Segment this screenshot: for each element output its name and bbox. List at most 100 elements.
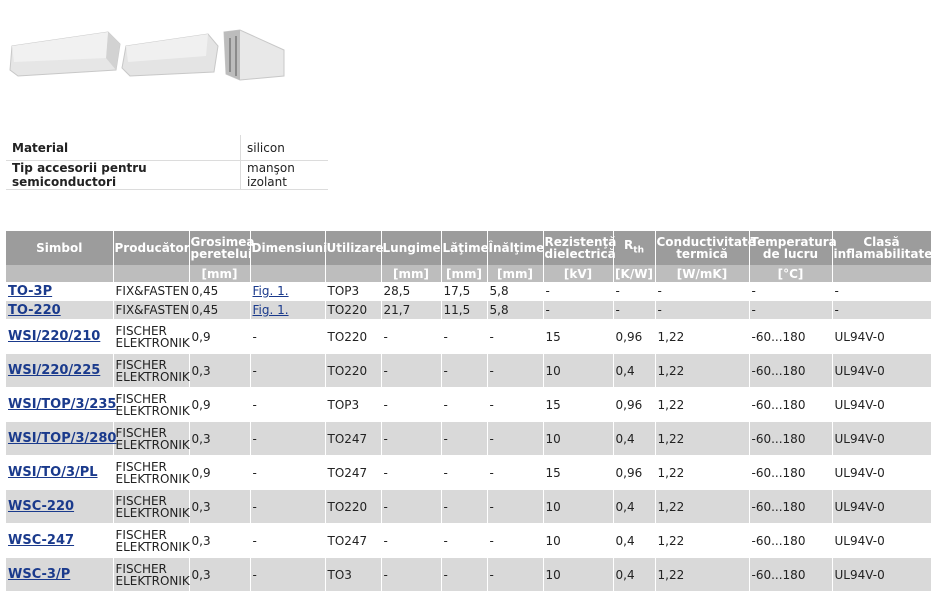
cell-5: - xyxy=(381,387,442,422)
header-inaltime[interactable]: Înălţime xyxy=(487,231,544,265)
product-images xyxy=(9,29,285,81)
cell-9: 0,4 xyxy=(613,557,656,592)
cell-8: 15 xyxy=(543,455,614,490)
header-latime[interactable]: Lăţime xyxy=(441,231,489,265)
unit-cell xyxy=(832,265,932,282)
cell-12: UL94V-0 xyxy=(832,421,932,456)
attribute-value: manşon izolant xyxy=(240,160,328,190)
cell-11: -60...180 xyxy=(749,353,833,388)
cell-6: - xyxy=(441,319,488,354)
cell-7: - xyxy=(487,523,544,558)
cell-9: 0,4 xyxy=(613,489,656,524)
cell-1: FISCHER ELEKTRONIK xyxy=(113,421,190,456)
table-row: WSI/TOP/3/280 FISCHER ELEKTRONIK 0,3- TO247… xyxy=(6,421,932,456)
cell-8: - xyxy=(543,300,614,320)
table-row: TO-220 FIX&FASTEN 0,45 Fig. 1. TO220 21,7 11,5… xyxy=(6,300,932,320)
cell-12: UL94V-0 xyxy=(832,489,932,524)
cell-3: - xyxy=(250,455,326,490)
cell-10: 1,22 xyxy=(655,455,750,490)
cell-5: - xyxy=(381,523,442,558)
cell-2: 0,3 xyxy=(189,523,251,558)
symbol-cell: WSI/TOP/3/235 xyxy=(6,387,116,422)
unit-cell xyxy=(250,265,326,282)
header-rezistenta[interactable]: Rezistenţă dielectrică xyxy=(543,231,616,265)
cell-1: FISCHER ELEKTRONIK xyxy=(113,523,190,558)
product-link[interactable]: TO-220 xyxy=(8,303,61,318)
header-producator[interactable]: Producător xyxy=(113,231,190,265)
cell-8: 10 xyxy=(543,421,614,456)
cell-10: 1,22 xyxy=(655,319,750,354)
product-link[interactable]: WSI/220/210 xyxy=(8,329,100,344)
header-utilizare[interactable]: Utilizare xyxy=(325,231,383,265)
cell-7: - xyxy=(487,421,544,456)
unit-cell: [°C] xyxy=(749,265,833,282)
attribute-row-type: Tip accesorii pentru semiconductori manş… xyxy=(6,160,328,190)
product-link[interactable]: WSI/TO/3/PL xyxy=(8,465,98,480)
cell-1: FIX&FASTEN xyxy=(113,300,190,320)
cell-11: - xyxy=(749,300,833,320)
cell-11: -60...180 xyxy=(749,455,833,490)
symbol-cell: TO-220 xyxy=(6,300,114,320)
header-temperatura[interactable]: Temperatura de lucru xyxy=(749,231,837,265)
cell-6: 17,5 xyxy=(441,282,488,301)
attributes-table: Material silicon Tip accesorii pentru se… xyxy=(6,135,328,190)
cell-2: 0,45 xyxy=(189,300,251,320)
cell-4: TO247 xyxy=(325,421,382,456)
symbol-cell: WSC-220 xyxy=(6,489,114,524)
cell-3: - xyxy=(250,353,326,388)
header-dimensiuni[interactable]: Dimensiuni xyxy=(250,231,327,265)
cell-1: FISCHER ELEKTRONIK xyxy=(113,387,190,422)
cell-5: - xyxy=(381,557,442,592)
header-simbol[interactable]: Simbol xyxy=(6,231,114,265)
sleeve-image-1 xyxy=(9,31,121,77)
product-link[interactable]: WSC-247 xyxy=(8,533,74,548)
header-rth[interactable]: Rth xyxy=(613,231,656,265)
product-link[interactable]: WSC-3/P xyxy=(8,567,70,582)
cell-9: - xyxy=(613,300,656,320)
cell-9: 0,96 xyxy=(613,387,656,422)
cell-10: - xyxy=(655,282,750,301)
cell-7: - xyxy=(487,387,544,422)
table-row: WSC-3/P FISCHER ELEKTRONIK 0,3- TO3- - -10 0,4… xyxy=(6,557,932,592)
header-grosimea[interactable]: Grosimea peretelui xyxy=(189,231,255,265)
cell-5: - xyxy=(381,455,442,490)
cell-4: TOP3 xyxy=(325,387,382,422)
cell-12: UL94V-0 xyxy=(832,455,932,490)
cell-10: 1,22 xyxy=(655,421,750,456)
unit-cell xyxy=(325,265,382,282)
dimension-cell: Fig. 1. xyxy=(250,300,326,320)
product-link[interactable]: WSI/TOP/3/280 xyxy=(8,431,116,446)
header-lungime[interactable]: Lungime xyxy=(381,231,442,265)
product-link[interactable]: TO-3P xyxy=(8,284,52,299)
cell-4: TO3 xyxy=(325,557,382,592)
symbol-cell: WSC-247 xyxy=(6,523,114,558)
cell-4: TO220 xyxy=(325,300,382,320)
product-link[interactable]: WSI/220/225 xyxy=(8,363,100,378)
cell-7: - xyxy=(487,455,544,490)
header-conductivitate[interactable]: Conductivitate termică xyxy=(655,231,756,265)
cell-6: - xyxy=(441,387,488,422)
unit-cell xyxy=(6,265,114,282)
symbol-cell: WSC-3/P xyxy=(6,557,114,592)
unit-cell: [mm] xyxy=(441,265,488,282)
symbol-cell: WSI/TO/3/PL xyxy=(6,455,114,490)
cell-10: 1,22 xyxy=(655,353,750,388)
cell-7: - xyxy=(487,557,544,592)
figure-link[interactable]: Fig. 1. xyxy=(253,303,289,317)
cell-9: 0,4 xyxy=(613,421,656,456)
cell-7: 5,8 xyxy=(487,282,544,301)
cell-3: - xyxy=(250,387,326,422)
cell-8: 10 xyxy=(543,489,614,524)
cell-1: FISCHER ELEKTRONIK xyxy=(113,489,190,524)
cell-5: 21,7 xyxy=(381,300,442,320)
unit-cell: [W/mK] xyxy=(655,265,750,282)
header-clasa[interactable]: Clasă inflamabilitate xyxy=(832,231,932,265)
figure-link[interactable]: Fig. 1. xyxy=(253,284,289,298)
product-link[interactable]: WSI/TOP/3/235 xyxy=(8,397,116,412)
cell-8: 15 xyxy=(543,387,614,422)
dimension-cell: Fig. 1. xyxy=(250,282,326,301)
symbol-cell: WSI/220/225 xyxy=(6,353,114,388)
cell-11: -60...180 xyxy=(749,557,833,592)
cell-6: - xyxy=(441,523,488,558)
product-link[interactable]: WSC-220 xyxy=(8,499,74,514)
